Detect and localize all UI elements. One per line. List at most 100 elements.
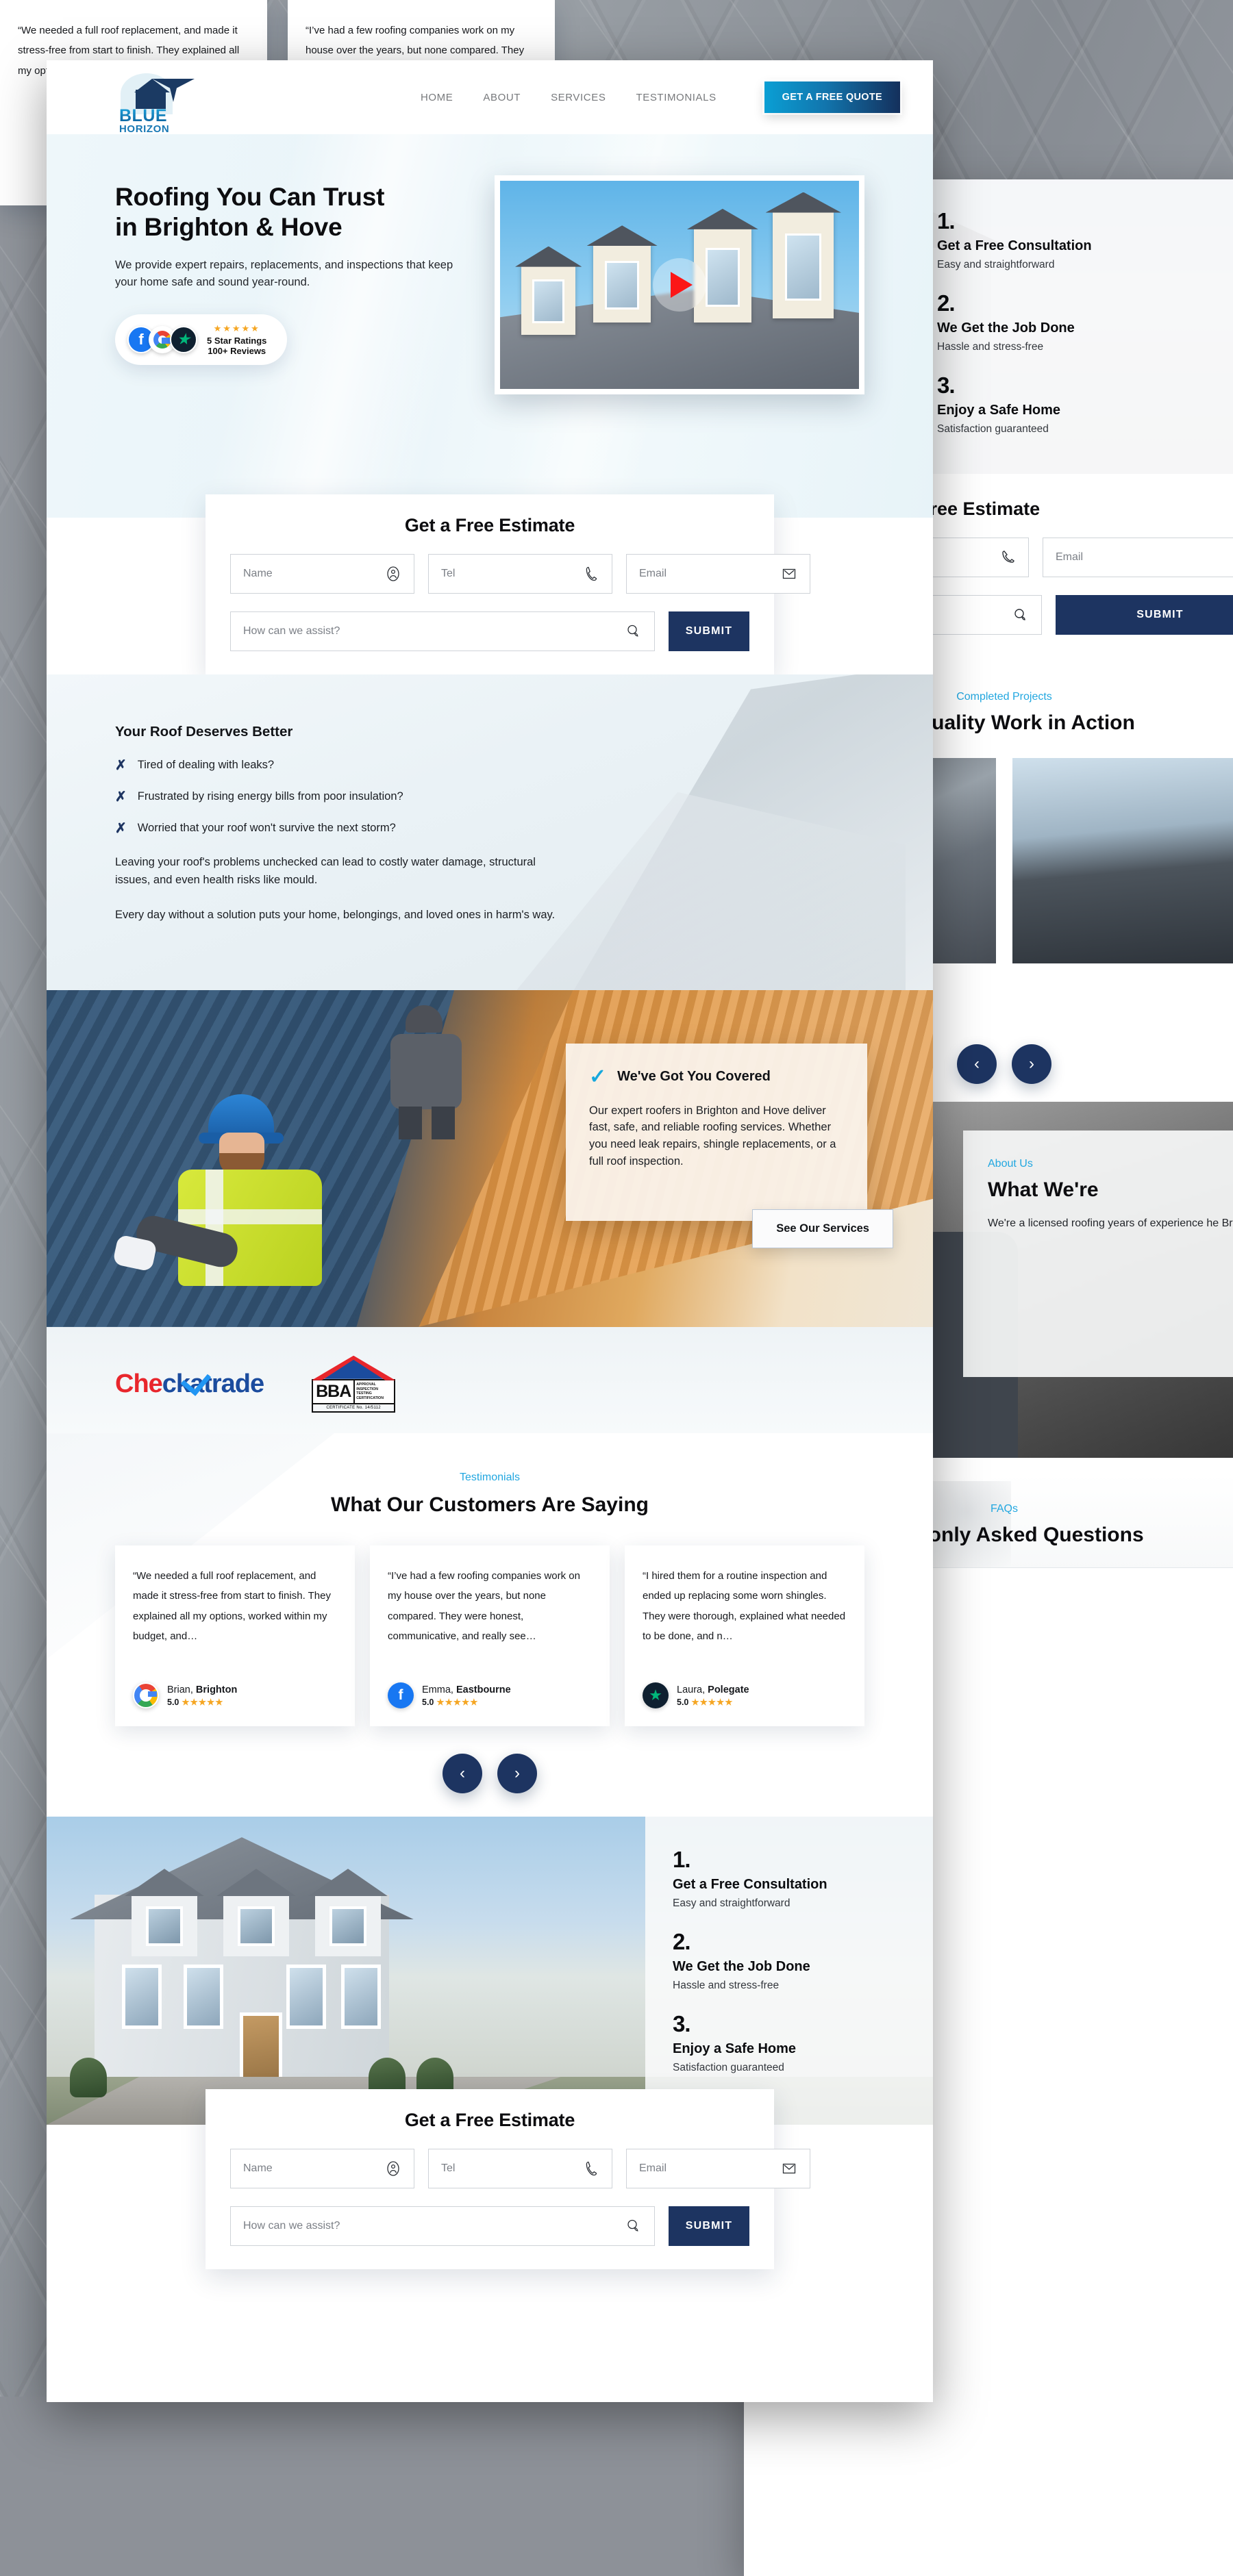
nav-item-home[interactable]: HOME [421, 92, 453, 103]
bba-certificate-number: CERTIFICATE No. 14/5112 [312, 1404, 396, 1413]
chat-icon [1012, 607, 1029, 623]
testimonials-eyebrow: Testimonials [459, 1472, 521, 1484]
get-free-quote-button[interactable]: GET A FREE QUOTE [764, 81, 900, 113]
form-row-secondary: SUBMIT [230, 611, 749, 651]
bg-email-input[interactable] [1056, 551, 1233, 564]
bg-projects-prev-button[interactable]: ‹ [957, 1044, 997, 1084]
roofer-background [375, 1005, 478, 1139]
chat-icon [625, 2218, 642, 2234]
bg-about-card: About Us What We're We're a licensed roo… [963, 1131, 1233, 1377]
bottom-tel-input[interactable] [441, 2162, 583, 2175]
testimonials-prev-button[interactable]: ‹ [443, 1754, 482, 1794]
phone-icon [999, 549, 1016, 566]
bg-step-title: Get a Free Consultation [937, 238, 1092, 253]
problem-bullet-text: Worried that your roof won't survive the… [137, 822, 396, 834]
hero-video-card[interactable] [495, 175, 864, 394]
step-2: 2. We Get the Job Done Hassle and stress… [673, 1929, 906, 1992]
bg-submit-button[interactable]: SUBMIT [1056, 595, 1233, 635]
problem-section: Your Roof Deserves Better ✗ Tired of dea… [47, 674, 933, 990]
play-icon[interactable] [653, 258, 706, 312]
bba-abbr: BBA [316, 1381, 351, 1401]
step-number: 1. [673, 1847, 691, 1873]
message-input[interactable] [243, 625, 625, 637]
name-input[interactable] [243, 568, 385, 580]
problem-bullet: ✗ Worried that your roof won't survive t… [115, 821, 567, 836]
bba-line: INSPECTION [356, 1387, 379, 1391]
bg-step-sub: Satisfaction guaranteed [937, 423, 1049, 435]
brand-logo[interactable]: BLUE HORIZON ROOFING CO [115, 72, 208, 140]
email-field[interactable] [626, 554, 810, 594]
bba-line: TESTING [356, 1391, 372, 1396]
site-header: BLUE HORIZON ROOFING CO HOME ABOUT SERVI… [47, 60, 933, 140]
problem-paragraph-2: Every day without a solution puts your h… [115, 909, 556, 922]
testimonial-card: “I’ve had a few roofing companies work o… [370, 1545, 610, 1727]
logo-word-blue: BLUE [119, 106, 168, 125]
bg-about-body: We're a licensed roofing years of experi… [988, 1217, 1233, 1229]
testimonial-card: “We needed a full roof replacement, and … [115, 1545, 355, 1727]
ratings-icon-group: f ★ [127, 326, 197, 354]
nav-item-services[interactable]: SERVICES [551, 92, 606, 103]
testimonials-section: Testimonials What Our Customers Are Sayi… [47, 1433, 933, 1817]
step-number: 2. [673, 1929, 691, 1955]
testimonial-quote: “We needed a full roof replacement, and … [133, 1570, 331, 1642]
bottom-name-field[interactable] [230, 2149, 414, 2189]
bottom-tel-field[interactable] [428, 2149, 612, 2189]
testimonial-rating: 5.0★★★★★ [677, 1697, 734, 1707]
bottom-submit-button[interactable]: SUBMIT [669, 2206, 749, 2247]
bottom-form-row-secondary: SUBMIT [230, 2206, 749, 2247]
testimonial-quote: “I hired them for a routine inspection a… [643, 1570, 846, 1642]
bottom-email-field[interactable] [626, 2149, 810, 2189]
submit-button[interactable]: SUBMIT [669, 611, 749, 651]
problem-paragraph-1: Leaving your roof's problems unchecked c… [115, 856, 536, 886]
roofer-foreground [112, 1067, 369, 1327]
bg-step-number: 1. [937, 208, 956, 233]
estimate-form-card: Get a Free Estimate Name Tel Email How c… [206, 494, 810, 674]
tel-input[interactable] [441, 568, 583, 580]
covered-section: ✓ We've Got You Covered Our expert roofe… [47, 989, 933, 1327]
testimonial-quote: “I’ve had a few roofing companies work o… [388, 1570, 580, 1642]
message-field[interactable] [230, 611, 655, 651]
nav-item-about[interactable]: ABOUT [483, 92, 521, 103]
step-subtitle: Satisfaction guaranteed [673, 2062, 784, 2074]
logo-word-horizon: HORIZON [119, 123, 170, 135]
step-subtitle: Hassle and stress-free [673, 1980, 780, 1992]
chat-icon [625, 623, 642, 640]
ratings-line-2: 100+ Reviews [208, 346, 266, 357]
step-3: 3. Enjoy a Safe Home Satisfaction guaran… [673, 2011, 906, 2074]
user-icon [385, 566, 401, 582]
problem-bullet-text: Frustrated by rising energy bills from p… [137, 790, 403, 803]
name-field[interactable] [230, 554, 414, 594]
testimonials-next-button[interactable]: › [497, 1754, 537, 1794]
steps-section: 1. Get a Free Consultation Easy and stra… [47, 1817, 933, 2125]
main-page: BLUE HORIZON ROOFING CO HOME ABOUT SERVI… [47, 60, 933, 2402]
bg-step-number: 3. [937, 372, 956, 398]
tel-field[interactable] [428, 554, 612, 594]
problem-heading: Your Roof Deserves Better [115, 724, 293, 740]
bg-project-tile[interactable] [1012, 758, 1233, 963]
bottom-name-input[interactable] [243, 2162, 385, 2175]
testimonial-rating: 5.0★★★★★ [422, 1697, 479, 1707]
bottom-message-input[interactable] [243, 2220, 625, 2233]
bottom-email-input[interactable] [639, 2162, 781, 2175]
bottom-estimate-section: Get a Free Estimate Name Tel Email How c… [47, 2089, 933, 2270]
testimonials-list: “We needed a full roof replacement, and … [115, 1545, 864, 1727]
bg-projects-next-button[interactable]: › [1012, 1044, 1051, 1084]
email-input[interactable] [639, 568, 781, 580]
covered-title: We've Got You Covered [617, 1069, 771, 1085]
cross-icon: ✗ [115, 821, 127, 836]
bg-steps-card: 1. Get a Free Consultation Easy and stra… [912, 179, 1233, 474]
nav-item-testimonials[interactable]: TESTIMONIALS [636, 92, 716, 103]
testimonial-card: “I hired them for a routine inspection a… [625, 1545, 864, 1727]
envelope-icon [781, 2160, 797, 2177]
problem-bullet: ✗ Frustrated by rising energy bills from… [115, 790, 567, 805]
steps-card: 1. Get a Free Consultation Easy and stra… [645, 1817, 933, 2125]
check-icon: ✓ [589, 1065, 607, 1088]
problem-bullet: ✗ Tired of dealing with leaks? [115, 758, 567, 773]
step-subtitle: Easy and straightforward [673, 1897, 790, 1910]
bg-email-field[interactable] [1043, 538, 1233, 577]
bg-step-2: 2. We Get the Job Done Hassle and stress… [937, 290, 1233, 353]
see-our-services-button[interactable]: See Our Services [752, 1209, 893, 1248]
phone-icon [583, 566, 599, 582]
bottom-message-field[interactable] [230, 2206, 655, 2247]
hero-subtitle: We provide expert repairs, replacements,… [115, 259, 453, 289]
